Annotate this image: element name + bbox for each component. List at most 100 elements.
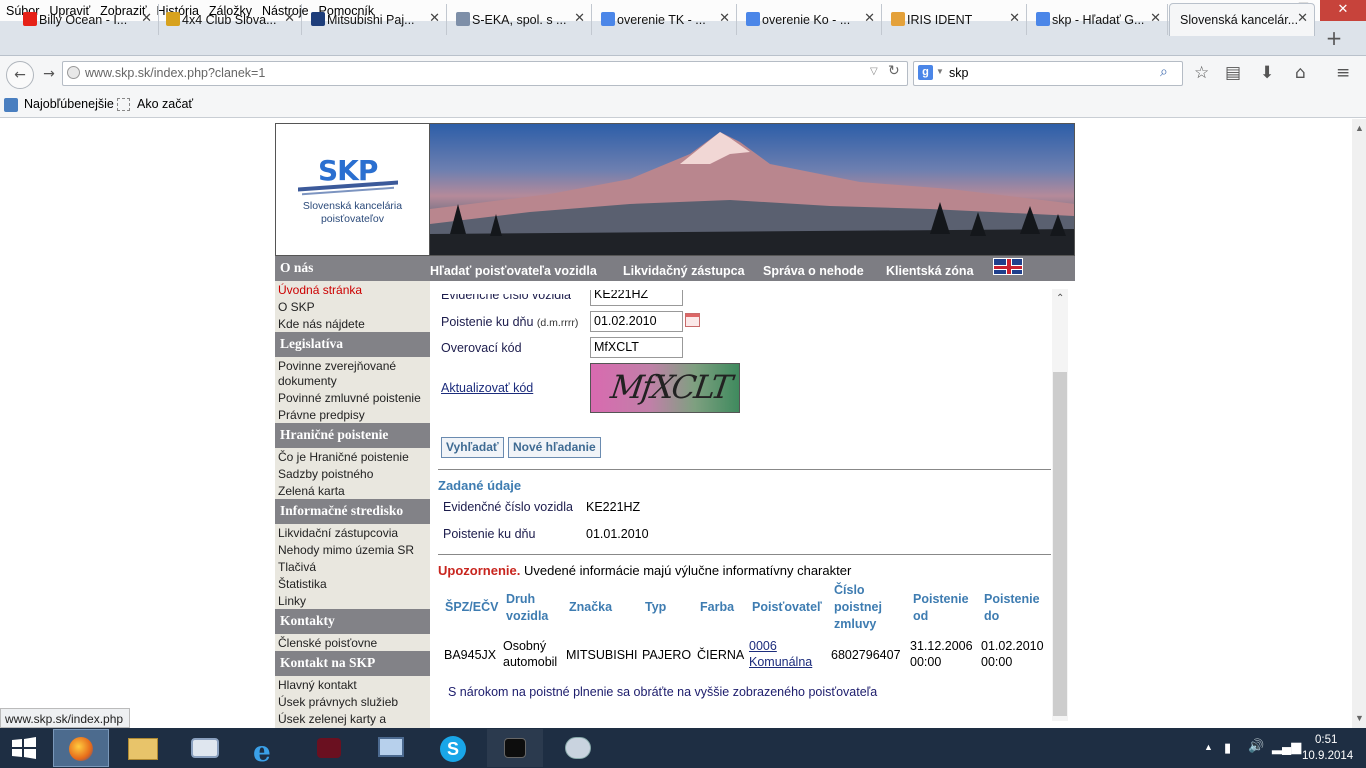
tab-iris-ident[interactable]: IRIS IDENT ✕ — [885, 4, 1027, 35]
tray-volume-icon[interactable]: 🔊 — [1248, 739, 1264, 754]
sidebar-item-likvidacni[interactable]: Likvidační zástupcovia — [278, 526, 428, 541]
sidebar-head-kontakty[interactable]: Kontakty — [275, 609, 430, 634]
sidebar-head-kontakt-skp[interactable]: Kontakt na SKP — [275, 651, 430, 676]
sidebar-head-hranicne[interactable]: Hraničné poistenie — [275, 423, 430, 448]
sidebar-item-clenske[interactable]: Členské poisťovne — [278, 636, 428, 651]
taskbar-firefox[interactable] — [53, 729, 109, 767]
skype-icon: S — [440, 736, 466, 762]
tray-signal-icon[interactable]: ▂▄▆ — [1272, 739, 1301, 755]
sidebar-item-zelena-karta[interactable]: Zelená karta — [278, 484, 428, 499]
reload-icon[interactable]: ↻ — [888, 63, 900, 79]
sidebar-item-statistika[interactable]: Štatistika — [278, 577, 428, 592]
sidebar-item-hlavny-kontakt[interactable]: Hlavný kontakt — [278, 678, 428, 693]
sidebar-item-uvodna-stranka[interactable]: Úvodná stránka — [278, 283, 428, 298]
divider — [438, 554, 1051, 555]
cell-poistovatel-link[interactable]: 0006 Komunálna — [749, 638, 812, 670]
clock-date[interactable]: 10.9.2014 — [1302, 750, 1353, 762]
bookmark-getting-started[interactable]: Ako začať — [137, 97, 193, 111]
taskbar-ie[interactable]: e — [239, 729, 295, 768]
sidebar-item-zelenej-karty[interactable]: Úsek zelenej karty a — [278, 712, 428, 727]
search-button[interactable]: Vyhľadať — [441, 437, 504, 458]
close-tab-icon[interactable]: ✕ — [1150, 11, 1161, 26]
refresh-captcha-link[interactable]: Aktualizovať kód — [441, 381, 533, 395]
english-flag-icon[interactable] — [993, 258, 1023, 275]
close-tab-icon[interactable]: ✕ — [1297, 11, 1308, 26]
bookmarks-menu-icon[interactable]: ▤ — [1225, 63, 1241, 83]
close-tab-icon[interactable]: ✕ — [864, 11, 875, 26]
new-tab-button[interactable]: + — [1322, 24, 1346, 52]
taskbar-network[interactable] — [363, 729, 419, 767]
sidebar-item-sadzby[interactable]: Sadzby poistného — [278, 467, 428, 482]
mountain-illustration — [430, 132, 1074, 255]
close-tab-icon[interactable]: ✕ — [284, 11, 295, 26]
entered-evc-label: Evidenčné číslo vozidla — [443, 500, 573, 514]
close-window-button[interactable]: ✕ — [1320, 0, 1366, 21]
tab-billy-ocean[interactable]: Billy Ocean - I... ✕ — [17, 4, 159, 35]
sidebar-item-nehody[interactable]: Nehody mimo územia SR — [278, 543, 428, 558]
taskbar-explorer[interactable] — [115, 729, 171, 767]
sidebar-item-co-je-hranicne[interactable]: Čo je Hraničné poistenie — [278, 450, 428, 465]
sidebar-item-pravnych-sluzieb[interactable]: Úsek právnych služieb — [278, 695, 428, 710]
paint-palette-icon — [565, 737, 591, 759]
clock-time[interactable]: 0:51 — [1315, 734, 1337, 746]
nav-client-zone[interactable]: Klientská zóna — [886, 264, 974, 278]
close-tab-icon[interactable]: ✕ — [1009, 11, 1020, 26]
search-input[interactable]: skp — [949, 66, 968, 80]
mountain-banner-image — [430, 123, 1075, 256]
sidebar-head-informacne[interactable]: Informačné stredisko — [275, 499, 430, 524]
taskbar-messenger[interactable] — [177, 729, 233, 767]
date-input[interactable]: 01.02.2010 — [590, 311, 683, 332]
nav-accident-report[interactable]: Správa o nehode — [763, 264, 864, 278]
logo-line2: poisťovateľov — [320, 213, 385, 225]
sidebar-item-tlaciva[interactable]: Tlačivá — [278, 560, 428, 575]
frame-scrollbar-thumb[interactable] — [1053, 372, 1067, 716]
home-icon[interactable]: ⌂ — [1295, 63, 1306, 83]
tab-overenie-tk[interactable]: overenie TK - ... ✕ — [595, 4, 737, 35]
taskbar-blackberry[interactable] — [487, 729, 543, 767]
taskbar-paint[interactable] — [549, 729, 605, 767]
tray-show-hidden-icon[interactable]: ▲ — [1204, 742, 1213, 752]
search-icon[interactable]: ⌕ — [1160, 64, 1168, 80]
new-search-button[interactable]: Nové hľadanie — [508, 437, 601, 458]
captcha-input[interactable]: MfXCLT — [590, 337, 683, 358]
tab-mitsubishi[interactable]: Mitsubishi Paj... ✕ — [305, 4, 447, 35]
engine-dropdown-icon[interactable]: ▼ — [936, 67, 944, 76]
tab-overenie-ko[interactable]: overenie Ko - ... ✕ — [740, 4, 882, 35]
url-text[interactable]: www.skp.sk/index.php?clanek=1 — [85, 66, 265, 80]
sidebar-head-legislativa[interactable]: Legislatíva — [275, 332, 430, 357]
calendar-icon[interactable] — [685, 313, 700, 327]
sidebar-item-linky[interactable]: Linky — [278, 594, 428, 609]
nav-find-insurer[interactable]: Hľadať poisťovateľa vozidla — [430, 264, 597, 278]
forward-button[interactable]: → — [36, 62, 62, 88]
close-tab-icon[interactable]: ✕ — [574, 11, 585, 26]
taskbar-skype[interactable]: S — [425, 729, 481, 767]
date-label-text: Poistenie ku dňu — [441, 315, 534, 329]
skp-logo[interactable]: SKP Slovenská kancelária poisťovateľov — [275, 123, 430, 256]
tab-skp-google[interactable]: skp - Hľadať G... ✕ — [1030, 4, 1168, 35]
hamburger-menu-icon[interactable]: ≡ — [1336, 63, 1350, 83]
bookmark-most-visited[interactable]: Najobľúbenejšie — [24, 97, 114, 111]
sidebar-item-povinne-zverejnovane[interactable]: Povinne zverejňované dokumenty — [278, 359, 428, 389]
downloads-icon[interactable]: ⬇ — [1260, 63, 1274, 83]
page-scrollbar[interactable]: ▲ ▼ — [1352, 119, 1366, 728]
sidebar-item-o-skp[interactable]: O SKP — [278, 300, 428, 315]
url-dropdown-icon[interactable]: ▽ — [870, 66, 878, 77]
close-tab-icon[interactable]: ✕ — [719, 11, 730, 26]
close-tab-icon[interactable]: ✕ — [141, 11, 152, 26]
tab-4x4-club[interactable]: 4x4 Club Slova... ✕ — [160, 4, 302, 35]
nav-claims-agent[interactable]: Likvidačný zástupca — [623, 264, 745, 278]
taskbar-media[interactable] — [301, 729, 357, 767]
bookmark-star-icon[interactable]: ☆ — [1194, 63, 1209, 83]
tab-s-eka[interactable]: S-EKA, spol. s ... ✕ — [450, 4, 592, 35]
back-button[interactable]: ← — [6, 61, 34, 89]
sidebar-head-o-nas[interactable]: O nás — [275, 256, 430, 281]
close-tab-icon[interactable]: ✕ — [429, 11, 440, 26]
tray-power-icon[interactable]: ▮ — [1224, 740, 1231, 756]
sidebar-item-kde-nas-najdete[interactable]: Kde nás nájdete — [278, 317, 428, 332]
tab-skp-active[interactable]: Slovenská kancelár... ✕ — [1169, 3, 1315, 36]
google-search-engine-icon[interactable]: g — [918, 65, 933, 80]
sidebar-item-pravne-predpisy[interactable]: Právne predpisy — [278, 408, 428, 423]
start-button[interactable] — [10, 736, 38, 760]
date-label: Poistenie ku dňu (d.m.rrrr) — [441, 315, 578, 329]
sidebar-item-povinne-zmluvne[interactable]: Povinné zmluvné poistenie — [278, 391, 428, 406]
